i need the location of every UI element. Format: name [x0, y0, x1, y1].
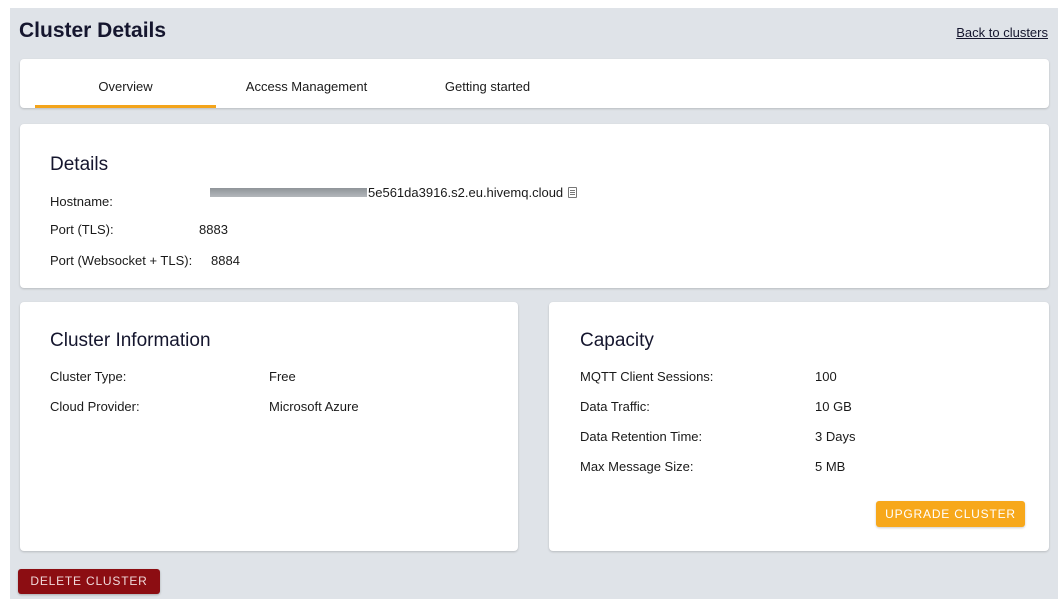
hostname-label: Hostname: [50, 194, 113, 209]
mqtt-sessions-value: 100 [815, 369, 837, 384]
cloud-provider-label: Cloud Provider: [50, 399, 140, 414]
data-retention-label: Data Retention Time: [580, 429, 703, 444]
cluster-information-title: Cluster Information [50, 330, 211, 351]
hostname-text: 5e561da3916.s2.eu.hivemq.cloud [368, 185, 564, 200]
delete-cluster-button[interactable]: DELETE CLUSTER [18, 569, 160, 594]
port-websocket-label: Port (Websocket + TLS): [50, 253, 193, 268]
port-tls-label: Port (TLS): [50, 222, 114, 237]
clipboard-icon[interactable] [568, 187, 578, 198]
max-message-size-value: 5 MB [815, 459, 846, 474]
cluster-details-page: Cluster Details Back to clusters Overvie… [10, 8, 1058, 599]
page-title: Cluster Details [19, 19, 167, 42]
port-tls-value: 8883 [199, 222, 228, 237]
tab-access-management[interactable]: Access Management [228, 59, 385, 105]
tab-bar: Overview Access Management Getting start… [20, 59, 1049, 108]
cloud-provider-value: Microsoft Azure [269, 399, 359, 414]
cluster-type-label: Cluster Type: [50, 369, 127, 384]
capacity-title: Capacity [580, 330, 654, 351]
data-traffic-label: Data Traffic: [580, 399, 650, 414]
tab-getting-started[interactable]: Getting started [430, 59, 545, 105]
details-title: Details [50, 154, 109, 175]
hostname-value: 5e561da3916.s2.eu.hivemq.cloud [210, 185, 578, 200]
cluster-information-card: Cluster Information Cluster Type: Free C… [20, 302, 518, 551]
port-websocket-value: 8884 [211, 253, 240, 268]
capacity-card: Capacity MQTT Client Sessions: 100 Data … [549, 302, 1049, 551]
tab-overview[interactable]: Overview [35, 59, 216, 108]
details-card: Details Hostname: 5e561da3916.s2.eu.hive… [20, 124, 1049, 288]
redacted-hostname-prefix [210, 188, 367, 197]
cluster-type-value: Free [269, 369, 296, 384]
upgrade-cluster-button[interactable]: UPGRADE CLUSTER [876, 501, 1025, 527]
data-retention-value: 3 Days [815, 429, 856, 444]
data-traffic-value: 10 GB [815, 399, 852, 414]
max-message-size-label: Max Message Size: [580, 459, 694, 474]
back-to-clusters-link[interactable]: Back to clusters [956, 25, 1048, 40]
mqtt-sessions-label: MQTT Client Sessions: [580, 369, 714, 384]
